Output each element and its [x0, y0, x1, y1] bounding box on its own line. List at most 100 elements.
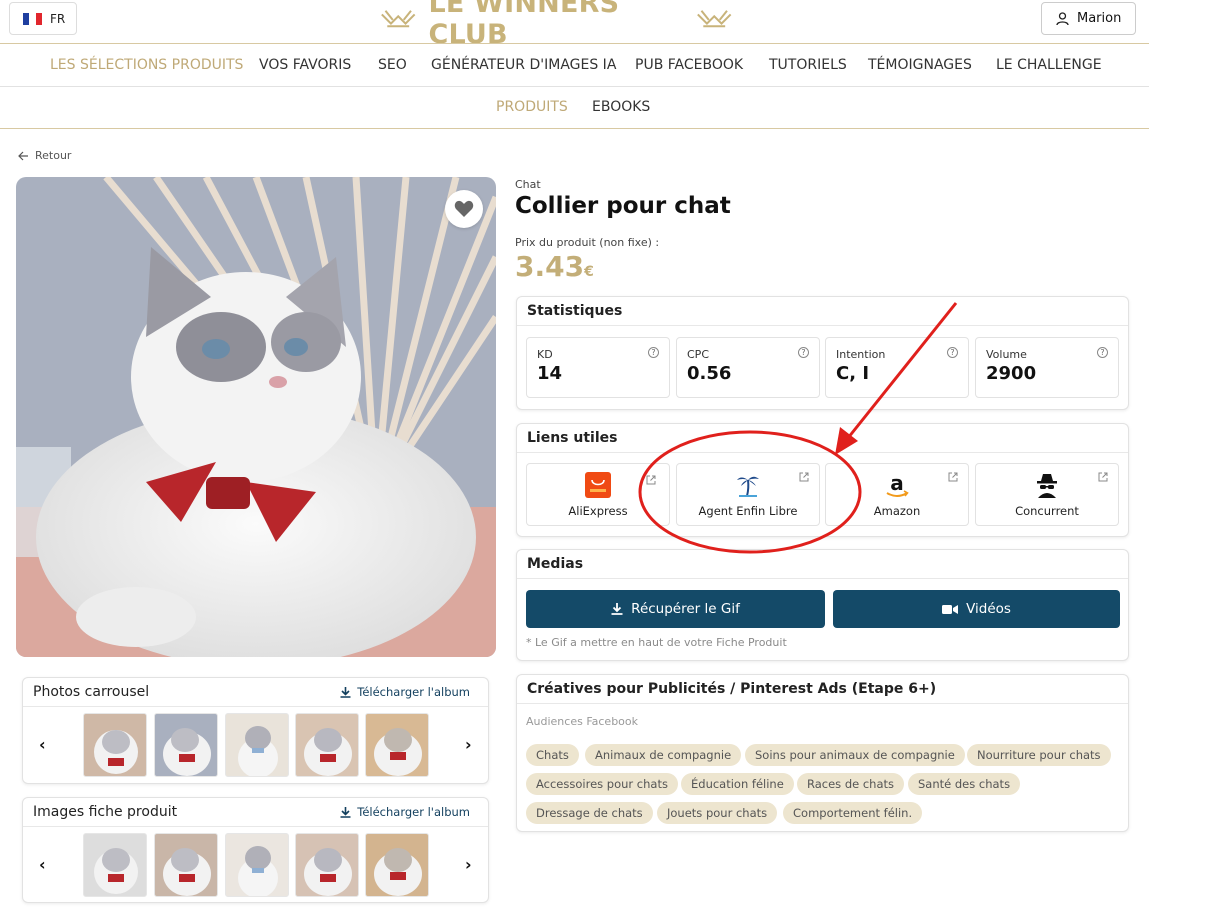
audience-tag[interactable]: Soins pour animaux de compagnie [745, 744, 965, 766]
french-flag-icon [23, 12, 42, 25]
help-icon[interactable]: ? [798, 347, 809, 358]
price-currency: € [584, 264, 594, 280]
links-card: Liens utiles AliExpress Agent Enfin Libr… [516, 423, 1129, 537]
stats-card: Statistiques KD 14 ? CPC 0.56 ? Intentio… [516, 296, 1129, 410]
user-menu-button[interactable]: Marion [1041, 2, 1136, 35]
carousel-prev-button[interactable]: ‹ [39, 855, 46, 874]
video-camera-icon [942, 604, 959, 614]
audience-tag[interactable]: Jouets pour chats [657, 802, 778, 824]
download-icon [340, 806, 351, 818]
audience-tag[interactable]: Santé des chats [908, 773, 1021, 795]
amazon-icon: a [886, 472, 909, 497]
carousel-next-button[interactable]: › [465, 735, 472, 754]
carousel-thumb[interactable] [154, 833, 218, 897]
price-value: 3.43 [515, 250, 585, 283]
links-title: Liens utiles [517, 424, 1128, 453]
carousel-thumb[interactable] [83, 713, 147, 777]
link-aliexpress[interactable]: AliExpress [526, 463, 670, 526]
crown-right-icon [696, 10, 731, 28]
favorite-button[interactable] [445, 190, 483, 228]
videos-label: Vidéos [966, 601, 1011, 617]
carousel-thumb[interactable] [154, 713, 218, 777]
link-label: Concurrent [1015, 504, 1079, 518]
nav-item-challenge[interactable]: LE CHALLENGE [996, 57, 1102, 73]
audience-label: Audiences Facebook [526, 715, 639, 728]
stat-value: 0.56 [687, 363, 732, 384]
stats-title: Statistiques [517, 297, 1128, 326]
carousel-thumb[interactable] [365, 833, 429, 897]
stat-label: Volume [986, 348, 1027, 361]
nav-item-favoris[interactable]: VOS FAVORIS [259, 57, 351, 73]
download-album-link[interactable]: Télécharger l'album [340, 805, 470, 819]
back-link[interactable]: Retour [18, 149, 71, 162]
link-agent-enfin-libre[interactable]: Agent Enfin Libre [676, 463, 820, 526]
videos-button[interactable]: Vidéos [833, 590, 1120, 628]
carousel-next-button[interactable]: › [465, 855, 472, 874]
user-icon [1056, 11, 1069, 25]
audience-tag[interactable]: Comportement félin. [783, 802, 923, 824]
subnav-divider [0, 128, 1149, 129]
carousel-thumb[interactable] [295, 833, 359, 897]
link-concurrent[interactable]: Concurrent [975, 463, 1119, 526]
audience-tag[interactable]: Éducation féline [681, 773, 794, 795]
download-icon [611, 603, 623, 615]
svg-text:a: a [890, 472, 904, 495]
subnav-item-ebooks[interactable]: EBOOKS [592, 99, 650, 115]
product-price: 3.43€ [515, 250, 594, 283]
creatives-card: Créatives pour Publicités / Pinterest Ad… [516, 674, 1129, 832]
carousel-thumb[interactable] [365, 713, 429, 777]
link-amazon[interactable]: a Amazon [825, 463, 969, 526]
product-images-carousel: Images fiche produit Télécharger l'album… [22, 797, 489, 903]
user-name: Marion [1077, 11, 1122, 26]
carousel-thumb[interactable] [83, 833, 147, 897]
help-icon[interactable]: ? [648, 347, 659, 358]
nav-item-temoignages[interactable]: TÉMOIGNAGES [868, 57, 972, 73]
creatives-title: Créatives pour Publicités / Pinterest Ad… [517, 675, 1128, 704]
palm-tree-icon [737, 476, 759, 497]
nav-item-pub-facebook[interactable]: PUB FACEBOOK [635, 57, 743, 73]
photos-carousel: Photos carrousel Télécharger l'album ‹ › [22, 677, 489, 784]
carousel-prev-button[interactable]: ‹ [39, 735, 46, 754]
stat-value: C, I [836, 363, 870, 384]
main-nav: LES SÉLECTIONS PRODUITS VOS FAVORIS SEO … [0, 44, 1149, 87]
download-album-link[interactable]: Télécharger l'album [340, 685, 470, 699]
get-gif-button[interactable]: Récupérer le Gif [526, 590, 825, 628]
product-main-image [16, 177, 496, 657]
audience-tag[interactable]: Chats [526, 744, 579, 766]
nav-item-tutoriels[interactable]: TUTORIELS [769, 57, 847, 73]
language-selector[interactable]: FR [9, 2, 77, 35]
nav-item-selections[interactable]: LES SÉLECTIONS PRODUITS [50, 57, 243, 73]
link-label: AliExpress [568, 504, 628, 518]
audience-tag[interactable]: Races de chats [797, 773, 905, 795]
audience-tag[interactable]: Animaux de compagnie [585, 744, 742, 766]
stat-value: 2900 [986, 363, 1037, 384]
stat-intention: Intention C, I ? [825, 337, 969, 398]
product-category: Chat [515, 178, 541, 191]
carousel-thumb[interactable] [225, 713, 289, 777]
stat-value: 14 [537, 363, 563, 384]
get-gif-label: Récupérer le Gif [631, 601, 740, 617]
medias-title: Medias [517, 550, 1128, 579]
help-icon[interactable]: ? [1097, 347, 1108, 358]
carousel-title: Photos carrousel [33, 684, 150, 700]
download-album-label: Télécharger l'album [357, 685, 470, 699]
brand-logo[interactable]: LE WINNERS CLUB [380, 0, 732, 50]
nav-item-generateur[interactable]: GÉNÉRATEUR D'IMAGES IA [431, 57, 616, 73]
spy-icon [1037, 474, 1057, 498]
stat-volume: Volume 2900 ? [975, 337, 1119, 398]
nav-item-seo[interactable]: SEO [378, 57, 407, 73]
audience-tag[interactable]: Nourriture pour chats [967, 744, 1111, 766]
back-label: Retour [35, 149, 72, 162]
subnav-item-produits[interactable]: PRODUITS [496, 99, 568, 115]
carousel-thumb[interactable] [295, 713, 359, 777]
external-link-icon [799, 472, 809, 482]
carousel-thumb[interactable] [225, 833, 289, 897]
crown-left-icon [381, 10, 416, 28]
external-link-icon [948, 472, 958, 482]
help-icon[interactable]: ? [947, 347, 958, 358]
aliexpress-icon [585, 472, 611, 498]
carousel-title: Images fiche produit [33, 804, 178, 820]
audience-tag[interactable]: Accessoires pour chats [526, 773, 678, 795]
heart-icon [454, 200, 474, 217]
audience-tag[interactable]: Dressage de chats [526, 802, 653, 824]
